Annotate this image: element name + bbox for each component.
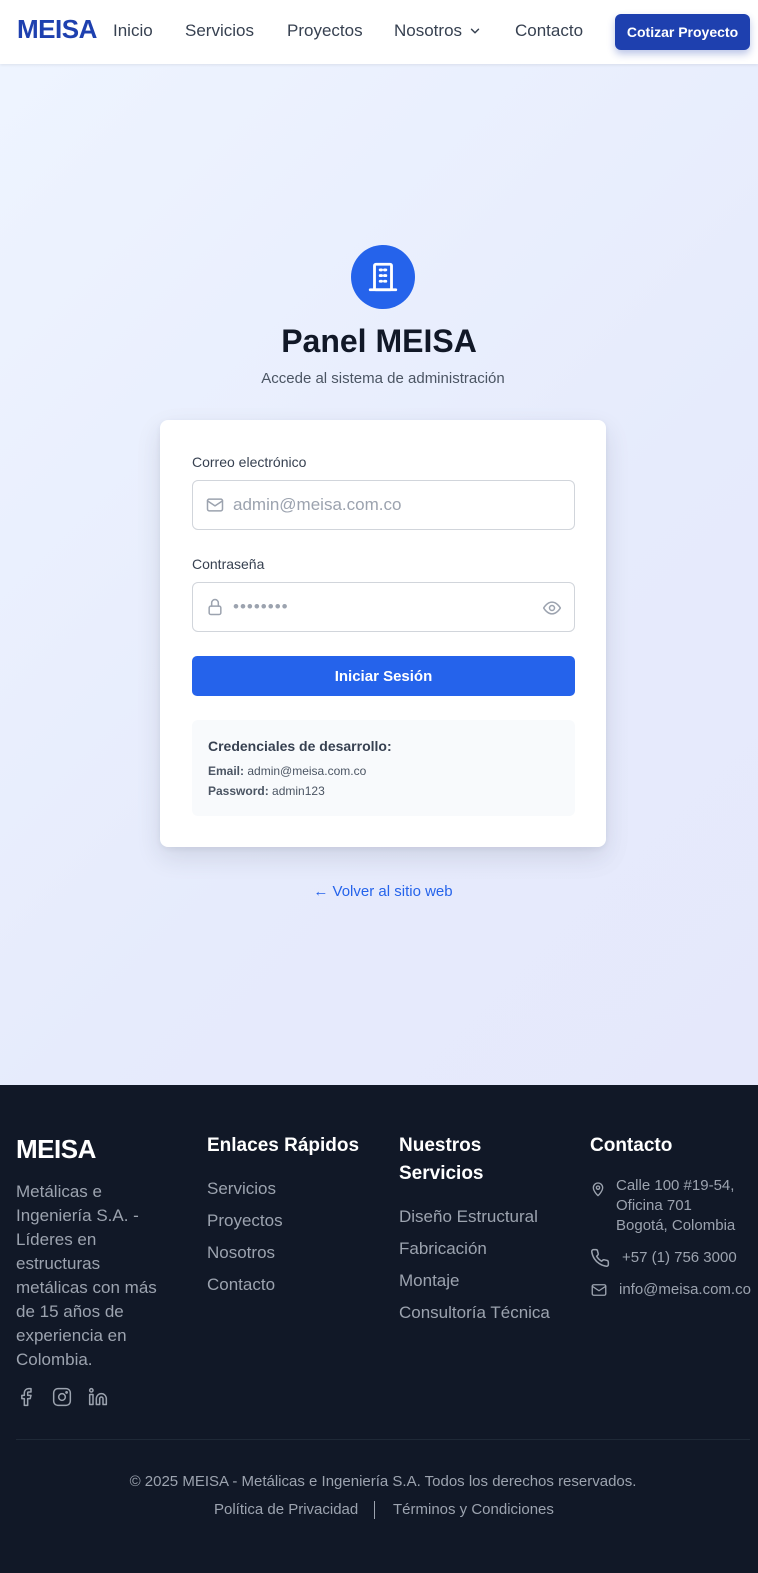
password-field[interactable] bbox=[233, 583, 533, 631]
nav-link-inicio[interactable]: Inicio bbox=[113, 21, 153, 41]
linkedin-icon[interactable] bbox=[88, 1387, 108, 1407]
email-field-wrapper bbox=[192, 480, 575, 530]
services-title: Nuestros Servicios bbox=[399, 1135, 484, 1184]
footer-description: Metálicas e Ingeniería S.A. - Líderes en… bbox=[16, 1182, 157, 1369]
page-subtitle: Accede al sistema de administración bbox=[261, 370, 505, 387]
nav-link-servicios[interactable]: Servicios bbox=[185, 21, 254, 41]
footer-service-fabricacion[interactable]: Fabricación bbox=[399, 1239, 487, 1259]
map-pin-icon bbox=[592, 1182, 604, 1197]
footer-link-proyectos[interactable]: Proyectos bbox=[207, 1211, 283, 1231]
footer-divider bbox=[16, 1439, 750, 1440]
nav-link-contacto[interactable]: Contacto bbox=[515, 21, 583, 41]
footer-link-nosotros[interactable]: Nosotros bbox=[207, 1243, 275, 1263]
site-logo[interactable]: MEISA bbox=[17, 14, 97, 45]
nav-dropdown-nosotros[interactable]: Nosotros bbox=[394, 21, 482, 41]
dev-password-line: Password: admin123 bbox=[208, 784, 325, 798]
nav-link-nosotros-label: Nosotros bbox=[394, 21, 463, 40]
dev-email-line: Email: admin@meisa.com.co bbox=[208, 764, 366, 778]
footer-link-servicios[interactable]: Servicios bbox=[207, 1179, 276, 1199]
footer-email[interactable]: info@meisa.com.co bbox=[619, 1280, 751, 1300]
site-footer: MEISA Metálicas e Ingeniería S.A. - Líde… bbox=[0, 1085, 758, 1573]
address-line-3: Bogotá, Colombia bbox=[616, 1217, 736, 1234]
chevron-down-icon bbox=[470, 28, 480, 34]
eye-icon[interactable] bbox=[542, 598, 562, 618]
mail-icon bbox=[206, 498, 224, 512]
building-icon bbox=[368, 262, 398, 292]
dev-credentials-box: Credenciales de desarrollo: Email: admin… bbox=[192, 720, 575, 816]
terms-link[interactable]: Términos y Condiciones bbox=[393, 1501, 554, 1518]
back-to-site-link[interactable]: ← Volver al sitio web bbox=[0, 883, 758, 900]
copyright-text: © 2025 MEISA - Metálicas e Ingeniería S.… bbox=[129, 1473, 637, 1490]
page-title: Panel MEISA bbox=[281, 323, 477, 359]
mail-icon bbox=[591, 1284, 607, 1296]
password-label: Contraseña bbox=[192, 556, 265, 572]
footer-service-consultoria[interactable]: Consultoría Técnica bbox=[399, 1303, 550, 1323]
address-line-2: Oficina 701 bbox=[616, 1197, 692, 1214]
top-navbar: MEISA Inicio Servicios Proyectos Nosotro… bbox=[0, 0, 758, 64]
facebook-icon[interactable] bbox=[16, 1387, 36, 1407]
footer-service-montaje[interactable]: Montaje bbox=[399, 1271, 459, 1291]
legal-separator bbox=[374, 1501, 375, 1519]
dev-password-value: admin123 bbox=[272, 784, 325, 798]
quick-links-title: Enlaces Rápidos bbox=[207, 1135, 360, 1156]
address-line-1: Calle 100 #19-54, bbox=[616, 1177, 735, 1194]
footer-logo: MEISA bbox=[16, 1134, 96, 1164]
dev-email-value: admin@meisa.com.co bbox=[247, 764, 367, 778]
quote-project-button[interactable]: Cotizar Proyecto bbox=[615, 14, 750, 50]
login-button[interactable]: Iniciar Sesión bbox=[192, 656, 575, 696]
password-field-wrapper bbox=[192, 582, 575, 632]
email-label: Correo electrónico bbox=[192, 454, 307, 470]
footer-address: Calle 100 #19-54, Oficina 701 Bogotá, Co… bbox=[616, 1176, 735, 1236]
privacy-policy-link[interactable]: Política de Privacidad bbox=[214, 1501, 358, 1518]
dev-password-key: Password: bbox=[208, 784, 269, 798]
dev-email-key: Email: bbox=[208, 764, 245, 778]
instagram-icon[interactable] bbox=[52, 1387, 72, 1407]
footer-phone[interactable]: +57 (1) 756 3000 bbox=[622, 1248, 737, 1268]
dev-credentials-title: Credenciales de desarrollo: bbox=[208, 738, 392, 754]
building-icon-badge bbox=[351, 245, 415, 309]
nav-link-proyectos[interactable]: Proyectos bbox=[287, 21, 363, 41]
login-section: Panel MEISA Accede al sistema de adminis… bbox=[0, 64, 758, 1085]
email-field[interactable] bbox=[233, 481, 533, 529]
contact-title: Contacto bbox=[590, 1135, 673, 1156]
login-form: Correo electrónico Contraseña Iniciar Se… bbox=[160, 420, 606, 847]
phone-icon bbox=[591, 1248, 610, 1267]
footer-link-contacto[interactable]: Contacto bbox=[207, 1275, 275, 1295]
footer-service-diseno[interactable]: Diseño Estructural bbox=[399, 1207, 538, 1227]
lock-icon bbox=[208, 598, 222, 616]
